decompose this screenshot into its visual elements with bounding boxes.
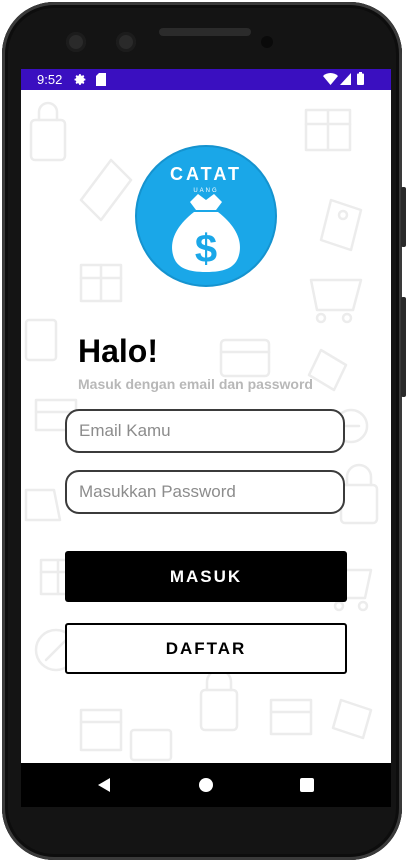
login-screen: CATAT UANG $ Halo! Masuk dengan email da… — [21, 90, 391, 763]
volume-button — [401, 297, 406, 397]
proximity-sensor — [261, 36, 273, 48]
front-sensor — [116, 32, 136, 52]
battery-icon — [357, 72, 364, 85]
home-icon[interactable] — [199, 778, 213, 792]
earpiece-speaker — [159, 28, 251, 36]
password-input[interactable] — [65, 470, 345, 514]
cellular-icon — [340, 73, 351, 85]
logo-text-uang: UANG — [193, 188, 218, 194]
page-title: Halo! — [78, 333, 158, 369]
status-bar: 9:52 — [21, 69, 391, 90]
front-camera — [66, 32, 86, 52]
dollar-sign-icon: $ — [195, 227, 217, 271]
sd-card-icon — [96, 73, 106, 86]
status-time: 9:52 — [37, 72, 63, 87]
page-subtitle: Masuk dengan email dan password — [78, 376, 313, 392]
settings-icon — [74, 74, 86, 85]
screen: 9:52 CATAT UANG $ Halo! Masuk dengan ema… — [21, 69, 391, 807]
navigation-bar — [21, 763, 391, 807]
power-button — [401, 187, 406, 247]
recents-icon[interactable] — [300, 778, 314, 792]
login-button[interactable]: MASUK — [65, 551, 347, 602]
back-icon[interactable] — [98, 778, 110, 792]
register-button[interactable]: DAFTAR — [65, 623, 347, 674]
logo-text-catat: CATAT — [170, 164, 242, 184]
wifi-icon — [323, 73, 338, 85]
app-logo: CATAT UANG $ — [135, 145, 277, 287]
phone-frame: 9:52 CATAT UANG $ Halo! Masuk dengan ema… — [2, 2, 406, 860]
email-input[interactable] — [65, 409, 345, 453]
